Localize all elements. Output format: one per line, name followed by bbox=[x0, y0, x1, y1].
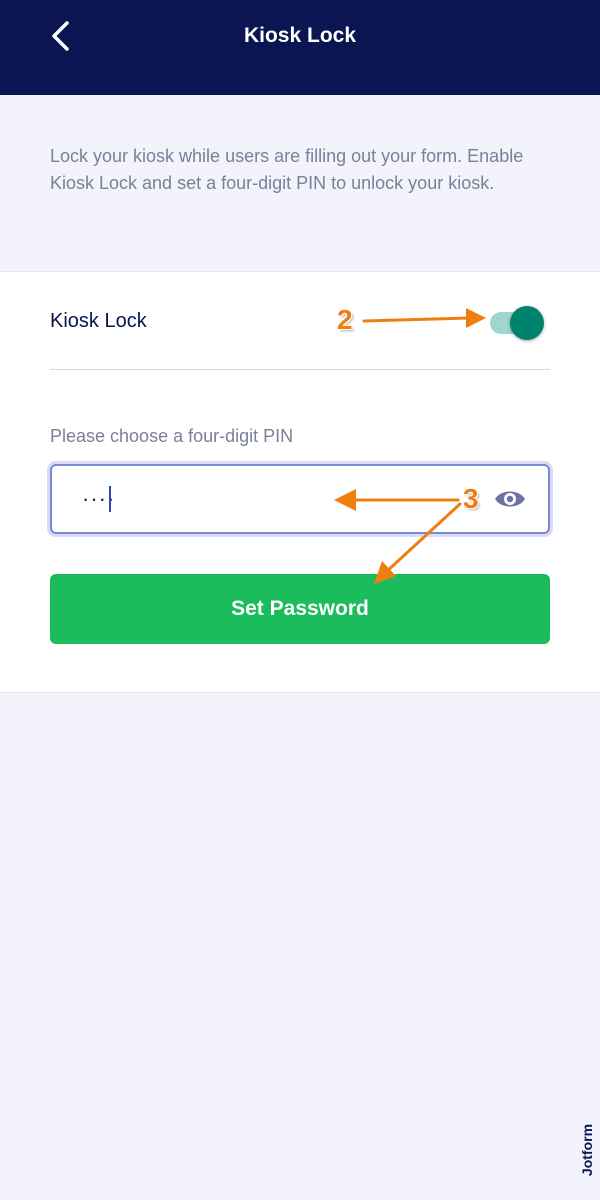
text-caret bbox=[109, 486, 111, 512]
kiosk-lock-settings-card: Kiosk Lock Please choose a four-digit PI… bbox=[0, 271, 600, 693]
divider bbox=[50, 369, 550, 370]
toggle-pin-visibility-button[interactable] bbox=[493, 486, 527, 512]
step-3-label: 3 bbox=[463, 483, 479, 514]
set-password-button[interactable]: Set Password bbox=[50, 574, 550, 644]
jotform-watermark: Jotform bbox=[574, 1108, 600, 1192]
step-2-label: 2 bbox=[337, 304, 353, 335]
eye-icon bbox=[495, 491, 525, 507]
kiosk-lock-toggle[interactable] bbox=[490, 306, 544, 340]
jotform-brand-text: Jotform bbox=[579, 1123, 595, 1177]
app-header: Kiosk Lock bbox=[0, 0, 600, 95]
kiosk-lock-description: Lock your kiosk while users are filling … bbox=[50, 146, 524, 193]
kiosk-lock-label: Kiosk Lock bbox=[50, 310, 147, 332]
page-title: Kiosk Lock bbox=[243, 24, 357, 47]
toggle-knob bbox=[510, 306, 544, 340]
pin-field-label: Please choose a four-digit PIN bbox=[50, 426, 294, 446]
